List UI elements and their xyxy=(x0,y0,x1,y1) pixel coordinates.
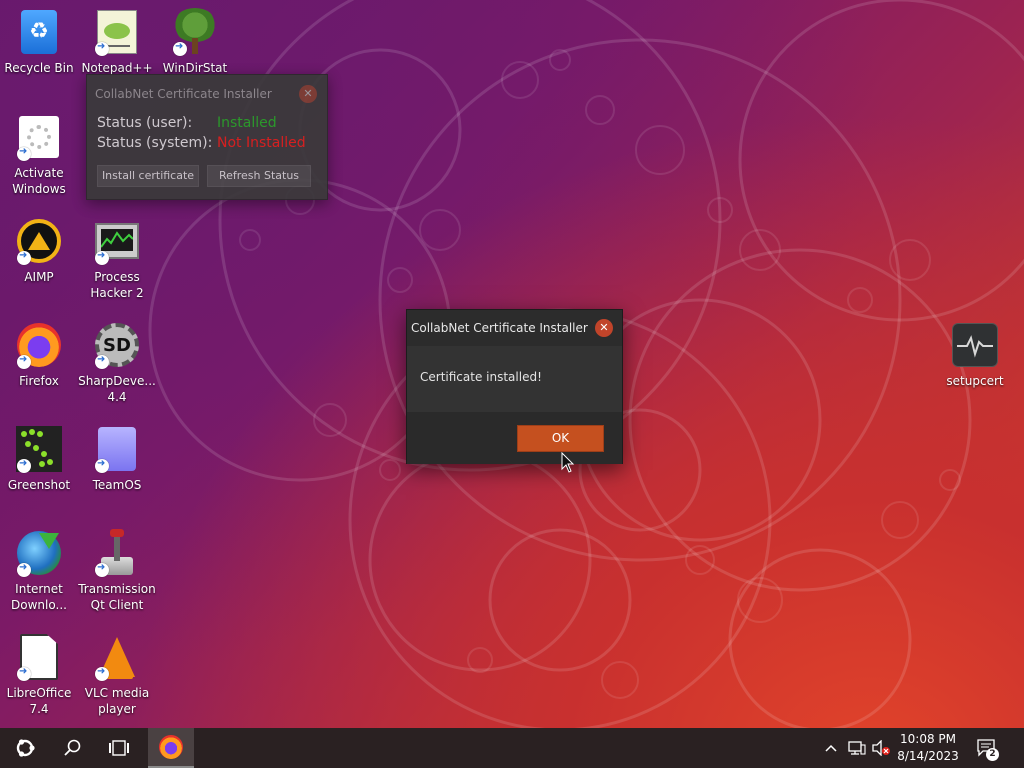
dialog-title: CollabNet Certificate Installer xyxy=(411,321,588,335)
installer-window-title: CollabNet Certificate Installer xyxy=(95,87,272,101)
ok-button[interactable]: OK xyxy=(517,425,604,452)
close-icon[interactable]: ✕ xyxy=(595,319,613,337)
status-system-value: Not Installed xyxy=(217,135,306,151)
process-hacker-icon xyxy=(93,217,141,265)
volume-muted-icon xyxy=(872,740,890,756)
shortcut-arrow-icon xyxy=(17,666,31,681)
taskbar-clock[interactable]: 10:08 PM 8/14/2023 xyxy=(890,731,966,765)
desktop-icon-windirstat[interactable]: WinDirStat xyxy=(156,8,234,76)
installer-window-titlebar[interactable]: CollabNet Certificate Installer ✕ xyxy=(87,75,327,113)
aimp-icon xyxy=(15,217,63,265)
notification-center-button[interactable]: 2 xyxy=(972,728,1002,768)
firefox-icon xyxy=(15,321,63,369)
ubuntu-start-icon xyxy=(16,739,35,757)
transmission-icon xyxy=(93,529,141,577)
sharpdevelop-icon: SD xyxy=(93,321,141,369)
desktop-icon-vlc[interactable]: VLC media player xyxy=(78,633,156,717)
status-system-row: Status (system): Not Installed xyxy=(87,133,327,153)
status-user-value: Installed xyxy=(217,115,277,131)
dialog-body: Certificate installed! xyxy=(407,346,622,412)
search-button[interactable] xyxy=(50,728,96,768)
desktop-icon-transmission[interactable]: Transmission Qt Client xyxy=(78,529,156,613)
notepadpp-icon xyxy=(93,8,141,56)
desktop-icon-label: VLC media player xyxy=(84,686,150,716)
desktop-icon-teamos[interactable]: TeamOS xyxy=(78,425,156,493)
search-icon xyxy=(64,739,81,756)
dialog-message: Certificate installed! xyxy=(420,370,542,384)
mouse-cursor-icon xyxy=(561,452,575,473)
show-hidden-icons-button[interactable] xyxy=(820,728,842,768)
shortcut-arrow-icon xyxy=(95,354,109,369)
shortcut-arrow-icon xyxy=(17,250,31,265)
close-icon[interactable]: ✕ xyxy=(299,85,317,103)
desktop: ♻ Recycle Bin Activate Windows AIMP Fire… xyxy=(0,0,1024,728)
network-icon xyxy=(848,741,866,755)
shortcut-arrow-icon xyxy=(95,41,109,56)
start-button[interactable] xyxy=(0,728,50,768)
taskbar: 10:08 PM 8/14/2023 2 xyxy=(0,728,1024,768)
desktop-icon-label: Recycle Bin xyxy=(4,61,74,75)
recycle-bin-icon: ♻ xyxy=(15,8,63,56)
desktop-icon-label: LibreOffice 7.4 xyxy=(6,686,72,716)
desktop-icon-recycle-bin[interactable]: ♻ Recycle Bin xyxy=(0,8,78,76)
folder-icon xyxy=(93,425,141,473)
desktop-icon-label: SharpDeve... 4.4 xyxy=(78,374,156,404)
desktop-icon-label: Internet Downlo... xyxy=(11,582,67,612)
network-button[interactable] xyxy=(845,728,869,768)
activate-windows-icon xyxy=(15,113,63,161)
desktop-icon-greenshot[interactable]: Greenshot xyxy=(0,425,78,493)
desktop-icon-label: Activate Windows xyxy=(12,166,66,196)
refresh-status-button[interactable]: Refresh Status xyxy=(207,165,311,187)
status-user-label: Status (user): xyxy=(97,115,193,131)
windirstat-tree-icon xyxy=(171,8,219,56)
clock-date: 8/14/2023 xyxy=(897,749,959,763)
status-system-label: Status (system): xyxy=(97,135,213,151)
shortcut-arrow-icon xyxy=(95,458,109,473)
taskbar-firefox-button[interactable] xyxy=(148,728,194,768)
shortcut-arrow-icon xyxy=(95,250,109,265)
shortcut-arrow-icon xyxy=(95,666,109,681)
internet-download-manager-icon xyxy=(15,529,63,577)
desktop-icon-activate-windows[interactable]: Activate Windows xyxy=(0,113,78,197)
desktop-icon-label: Transmission Qt Client xyxy=(78,582,156,612)
task-view-icon xyxy=(109,740,129,756)
shortcut-arrow-icon xyxy=(17,458,31,473)
message-dialog[interactable]: CollabNet Certificate Installer ✕ Certif… xyxy=(406,309,623,464)
setupcert-icon xyxy=(951,321,999,369)
chevron-up-icon xyxy=(825,744,837,752)
desktop-icon-label: Process Hacker 2 xyxy=(90,270,144,300)
desktop-icon-label: Greenshot xyxy=(7,478,71,492)
desktop-icon-label: AIMP xyxy=(24,270,54,284)
install-certificate-button[interactable]: Install certificate xyxy=(97,165,199,187)
desktop-icon-notepadpp[interactable]: Notepad++ xyxy=(78,8,156,76)
shortcut-arrow-icon xyxy=(17,146,31,161)
desktop-icon-label: setupcert xyxy=(946,374,1004,388)
notification-count-badge: 2 xyxy=(986,748,999,761)
shortcut-arrow-icon xyxy=(17,354,31,369)
shortcut-arrow-icon xyxy=(173,41,187,56)
vlc-cone-icon xyxy=(93,633,141,681)
dialog-footer: OK xyxy=(407,412,622,464)
firefox-icon xyxy=(159,735,183,759)
desktop-icon-aimp[interactable]: AIMP xyxy=(0,217,78,285)
libreoffice-icon xyxy=(15,633,63,681)
desktop-icon-libreoffice[interactable]: LibreOffice 7.4 xyxy=(0,633,78,717)
clock-time: 10:08 PM xyxy=(900,732,956,746)
desktop-icon-label: TeamOS xyxy=(92,478,142,492)
desktop-icon-internet-download[interactable]: Internet Downlo... xyxy=(0,529,78,613)
desktop-icon-label: Firefox xyxy=(19,374,59,388)
desktop-icon-firefox[interactable]: Firefox xyxy=(0,321,78,389)
status-user-row: Status (user): Installed xyxy=(87,113,327,133)
shortcut-arrow-icon xyxy=(95,562,109,577)
installer-window[interactable]: CollabNet Certificate Installer ✕ Status… xyxy=(86,74,328,200)
desktop-icon-process-hacker[interactable]: Process Hacker 2 xyxy=(78,217,156,301)
greenshot-icon xyxy=(15,425,63,473)
task-view-button[interactable] xyxy=(96,728,142,768)
dialog-titlebar[interactable]: CollabNet Certificate Installer ✕ xyxy=(407,310,622,346)
shortcut-arrow-icon xyxy=(17,562,31,577)
desktop-icon-sharpdevelop[interactable]: SD SharpDeve... 4.4 xyxy=(78,321,156,405)
desktop-icon-setupcert[interactable]: setupcert xyxy=(936,321,1014,389)
